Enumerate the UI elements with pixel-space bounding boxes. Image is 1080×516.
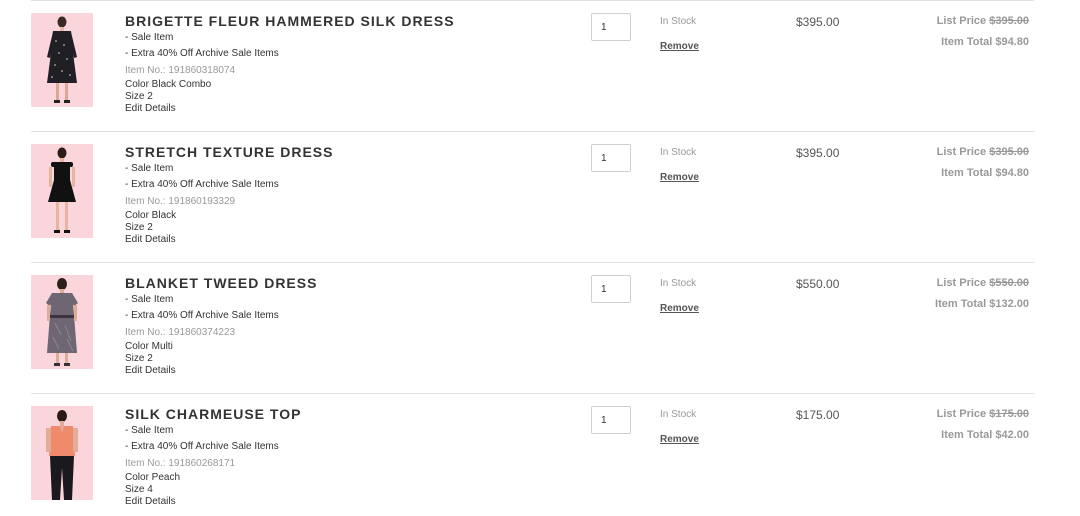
dress-tweed-icon — [46, 278, 78, 366]
item-number: Item No.: 191860193329 — [125, 196, 236, 207]
dress-print-black-icon — [47, 16, 77, 103]
list-price-label: List Price — [936, 146, 987, 158]
item-size: Size 4 — [125, 483, 153, 495]
remove-link[interactable]: Remove — [660, 41, 699, 52]
item-color: Color Peach — [125, 472, 181, 483]
edit-details-link[interactable]: Edit Details — [125, 102, 279, 114]
item-size: Size 2 — [125, 90, 153, 102]
dress-black-icon — [48, 147, 76, 233]
product-details: - Sale Item - Extra 40% Off Archive Sale… — [125, 163, 279, 245]
price-summary: List Price $550.00 Item Total $132.00 — [935, 276, 1029, 311]
cart-item-row: SILK CHARMEUSE TOP - Sale Item - Extra 4… — [31, 393, 1034, 516]
list-price: List Price $395.00 — [937, 14, 1029, 35]
item-total: Item Total $132.00 — [935, 298, 1029, 310]
edit-details-link[interactable]: Edit Details — [125, 364, 279, 376]
cart-item-list: BRIGETTE FLEUR HAMMERED SILK DRESS - Sal… — [0, 0, 1080, 516]
promo-label: - Extra 40% Off Archive Sale Items — [125, 48, 279, 59]
promo-label: - Extra 40% Off Archive Sale Items — [125, 179, 279, 190]
list-price-value: $175.00 — [989, 408, 1029, 420]
product-name[interactable]: SILK CHARMEUSE TOP — [125, 406, 301, 422]
sale-item-label: - Sale Item — [125, 32, 174, 43]
price-summary: List Price $395.00 Item Total $94.80 — [937, 145, 1029, 180]
quantity-input[interactable] — [591, 13, 631, 41]
quantity-input[interactable] — [591, 275, 631, 303]
sale-item-label: - Sale Item — [125, 294, 174, 305]
item-number: Item No.: 191860318074 — [125, 65, 236, 76]
sale-item-label: - Sale Item — [125, 425, 174, 436]
top-peach-icon — [46, 410, 78, 500]
cart-item-row: BRIGETTE FLEUR HAMMERED SILK DRESS - Sal… — [31, 0, 1034, 131]
unit-price: $175.00 — [796, 408, 840, 422]
stock-status: In Stock — [660, 16, 697, 27]
unit-price: $395.00 — [796, 15, 840, 29]
quantity-input[interactable] — [591, 144, 631, 172]
product-details: - Sale Item - Extra 40% Off Archive Sale… — [125, 425, 279, 507]
promo-label: - Extra 40% Off Archive Sale Items — [125, 441, 279, 452]
product-name[interactable]: BLANKET TWEED DRESS — [125, 275, 317, 291]
remove-link[interactable]: Remove — [660, 172, 699, 183]
list-price-value: $550.00 — [989, 277, 1029, 289]
list-price: List Price $395.00 — [937, 145, 1029, 166]
unit-price: $550.00 — [796, 277, 840, 291]
item-color: Color Multi — [125, 341, 173, 352]
quantity-input[interactable] — [591, 406, 631, 434]
list-price-value: $395.00 — [989, 15, 1029, 27]
list-price-value: $395.00 — [989, 146, 1029, 158]
edit-details-link[interactable]: Edit Details — [125, 495, 279, 507]
sale-item-label: - Sale Item — [125, 163, 174, 174]
price-summary: List Price $175.00 Item Total $42.00 — [937, 407, 1029, 442]
product-name[interactable]: STRETCH TEXTURE DRESS — [125, 144, 333, 160]
remove-link[interactable]: Remove — [660, 303, 699, 314]
item-color: Color Black — [125, 210, 177, 221]
item-total: Item Total $42.00 — [941, 429, 1029, 441]
unit-price: $395.00 — [796, 146, 840, 160]
remove-link[interactable]: Remove — [660, 434, 699, 445]
item-number: Item No.: 191860374223 — [125, 327, 236, 338]
list-price: List Price $550.00 — [935, 276, 1029, 297]
stock-status: In Stock — [660, 409, 697, 420]
stock-status: In Stock — [660, 278, 697, 289]
promo-label: - Extra 40% Off Archive Sale Items — [125, 310, 279, 321]
product-image[interactable] — [31, 144, 93, 238]
product-image[interactable] — [31, 275, 93, 369]
item-total: Item Total $94.80 — [941, 36, 1029, 48]
list-price-label: List Price — [936, 15, 987, 27]
list-price: List Price $175.00 — [937, 407, 1029, 428]
stock-status: In Stock — [660, 147, 697, 158]
item-color: Color Black Combo — [125, 79, 212, 90]
product-details: - Sale Item - Extra 40% Off Archive Sale… — [125, 294, 279, 376]
list-price-label: List Price — [936, 277, 987, 289]
product-image[interactable] — [31, 406, 93, 500]
edit-details-link[interactable]: Edit Details — [125, 233, 279, 245]
item-number: Item No.: 191860268171 — [125, 458, 236, 469]
product-details: - Sale Item - Extra 40% Off Archive Sale… — [125, 32, 279, 114]
cart-item-row: BLANKET TWEED DRESS - Sale Item - Extra … — [31, 262, 1034, 393]
product-name[interactable]: BRIGETTE FLEUR HAMMERED SILK DRESS — [125, 13, 455, 29]
price-summary: List Price $395.00 Item Total $94.80 — [937, 14, 1029, 49]
product-image[interactable] — [31, 13, 93, 107]
item-size: Size 2 — [125, 352, 153, 364]
item-total: Item Total $94.80 — [941, 167, 1029, 179]
list-price-label: List Price — [936, 408, 987, 420]
item-size: Size 2 — [125, 221, 153, 233]
cart-item-row: STRETCH TEXTURE DRESS - Sale Item - Extr… — [31, 131, 1034, 262]
